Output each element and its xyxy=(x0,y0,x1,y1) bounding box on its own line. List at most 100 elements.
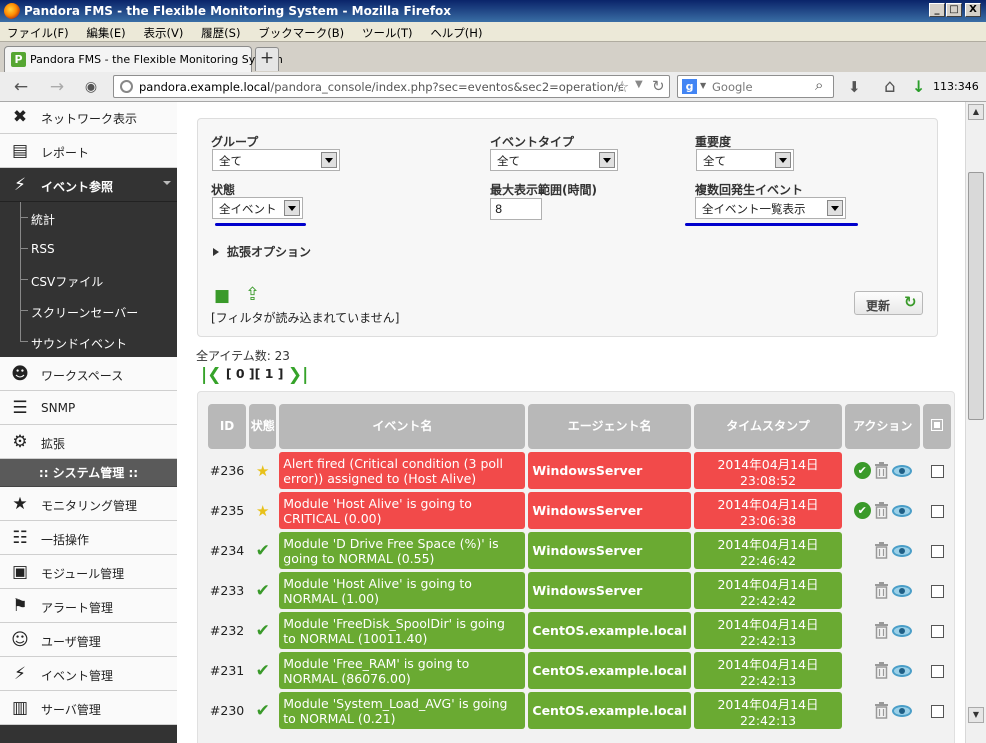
event-name[interactable]: Alert fired (Critical condition (3 poll … xyxy=(279,452,526,489)
sidebar-item-report[interactable]: ▤ レポート xyxy=(0,134,177,168)
sidebar-item-module-admin[interactable]: ▣ モジュール管理 xyxy=(0,555,177,589)
search-input[interactable]: Google xyxy=(712,80,753,94)
status-select[interactable]: 全イベント xyxy=(212,197,303,219)
table-row[interactable]: #231 ✔ Module 'Free_RAM' is going to NORMA… xyxy=(208,652,951,689)
event-id[interactable]: #231 xyxy=(208,652,247,689)
trash-icon[interactable] xyxy=(874,542,889,559)
table-row[interactable]: #234 ✔ Module 'D Drive Free Space (%)' is … xyxy=(208,532,951,569)
sidebar-subitem-screensaver[interactable]: スクリーンセーバー xyxy=(0,295,177,326)
table-row[interactable]: #230 ✔ Module 'System_Load_AVG' is going t… xyxy=(208,692,951,729)
event-name[interactable]: Module 'Host Alive' is going to NORMAL (… xyxy=(279,572,526,609)
sidebar-subitem-sound-events[interactable]: サウンドイベント xyxy=(0,326,177,357)
event-select[interactable] xyxy=(923,492,951,529)
trash-icon[interactable] xyxy=(874,662,889,679)
eye-icon[interactable] xyxy=(891,504,912,517)
eye-icon[interactable] xyxy=(891,584,912,597)
event-select[interactable] xyxy=(923,612,951,649)
event-id[interactable]: #235 xyxy=(208,492,247,529)
scroll-thumb[interactable] xyxy=(968,172,984,420)
row-checkbox[interactable] xyxy=(930,505,944,518)
load-filter-icon[interactable]: ⇪ xyxy=(245,285,267,305)
eye-icon[interactable] xyxy=(891,464,912,477)
page-scrollbar[interactable]: ▲ ▼ xyxy=(965,102,986,743)
event-select[interactable] xyxy=(923,692,951,729)
update-button[interactable]: 更新 ↻ xyxy=(854,291,923,315)
first-page-icon[interactable]: |❮ xyxy=(201,365,221,385)
event-select[interactable] xyxy=(923,572,951,609)
event-select[interactable] xyxy=(923,532,951,569)
row-checkbox[interactable] xyxy=(930,545,944,558)
sidebar-item-user-admin[interactable]: ☺ ユーザ管理 xyxy=(0,623,177,657)
sidebar-item-event-admin[interactable]: ⚡ イベント管理 xyxy=(0,657,177,691)
eye-icon[interactable] xyxy=(891,664,912,677)
sidebar-item-alert-admin[interactable]: ⚑ アラート管理 xyxy=(0,589,177,623)
event-id[interactable]: #234 xyxy=(208,532,247,569)
forward-arrow-icon[interactable]: → xyxy=(46,77,68,97)
trash-icon[interactable] xyxy=(874,502,889,519)
trash-icon[interactable] xyxy=(874,622,889,639)
menu-bookmarks[interactable]: ブックマーク(B) xyxy=(251,22,351,41)
event-select[interactable] xyxy=(923,652,951,689)
advanced-options-toggle[interactable]: 拡張オプション xyxy=(213,243,311,260)
sidebar-item-server-admin[interactable]: ▥ サーバ管理 xyxy=(0,691,177,725)
menu-history[interactable]: 履歴(S) xyxy=(194,22,247,41)
event-agent[interactable]: WindowsServer xyxy=(528,492,691,529)
event-agent[interactable]: WindowsServer xyxy=(528,532,691,569)
table-row[interactable]: #235 ★ Module 'Host Alive' is going to CRI… xyxy=(208,492,951,529)
header-status[interactable]: 状態 xyxy=(249,404,277,449)
header-select-all[interactable] xyxy=(923,404,951,449)
event-id[interactable]: #236 xyxy=(208,452,247,489)
event-agent[interactable]: CentOS.example.local xyxy=(528,652,691,689)
last-page-icon[interactable]: ❯| xyxy=(288,365,308,385)
event-name[interactable]: Module 'D Drive Free Space (%)' is going… xyxy=(279,532,526,569)
severity-select[interactable]: 全て xyxy=(696,149,794,171)
sidebar-item-network-map[interactable]: ✖ ネットワーク表示 xyxy=(0,102,177,134)
eye-icon[interactable] xyxy=(891,704,912,717)
event-id[interactable]: #230 xyxy=(208,692,247,729)
event-agent[interactable]: WindowsServer xyxy=(528,452,691,489)
sidebar-subitem-statistics[interactable]: 統計 xyxy=(0,202,177,233)
url-text[interactable]: pandora.example.local/pandora_console/in… xyxy=(139,80,623,94)
home-icon[interactable]: ⌂ xyxy=(884,76,895,97)
menu-view[interactable]: 表示(V) xyxy=(137,22,191,41)
event-id[interactable]: #233 xyxy=(208,572,247,609)
header-timestamp[interactable]: タイムスタンプ xyxy=(693,404,843,449)
event-select[interactable] xyxy=(923,452,951,489)
eye-icon[interactable] xyxy=(891,624,912,637)
back-arrow-icon[interactable]: ← xyxy=(10,77,32,97)
row-checkbox[interactable] xyxy=(930,465,944,478)
repeated-events-select[interactable]: 全イベント一覧表示 xyxy=(695,197,846,219)
event-name[interactable]: Module 'FreeDisk_SpoolDir' is going to N… xyxy=(279,612,526,649)
header-id[interactable]: ID xyxy=(208,404,247,449)
event-name[interactable]: Module 'Free_RAM' is going to NORMAL (86… xyxy=(279,652,526,689)
trash-icon[interactable] xyxy=(874,702,889,719)
event-name[interactable]: Module 'Host Alive' is going to CRITICAL… xyxy=(279,492,526,529)
sidebar-subitem-csv[interactable]: CSVファイル xyxy=(0,264,177,295)
validate-event-icon[interactable]: ✔ xyxy=(853,502,871,519)
menu-edit[interactable]: 編集(E) xyxy=(79,22,132,41)
search-engine-dropdown-icon[interactable]: ▼ xyxy=(700,81,706,90)
event-name[interactable]: Module 'System_Load_AVG' is going to NOR… xyxy=(279,692,526,729)
sidebar-item-workspace[interactable]: ☻ ワークスペース xyxy=(0,357,177,391)
close-button[interactable]: X xyxy=(965,3,981,17)
scroll-down-arrow-icon[interactable]: ▼ xyxy=(968,707,984,723)
max-hours-input[interactable]: 8 xyxy=(490,198,542,220)
url-dropdown-icon[interactable]: ▼ xyxy=(635,79,643,90)
tab-pandora[interactable]: P Pandora FMS - the Flexible Monitoring … xyxy=(4,46,283,72)
header-event-name[interactable]: イベント名 xyxy=(279,404,526,449)
search-bar[interactable]: g ▼ Google ⌕ xyxy=(677,75,834,98)
url-bar[interactable]: pandora.example.local/pandora_console/in… xyxy=(113,75,670,98)
menu-tools[interactable]: ツール(T) xyxy=(355,22,420,41)
table-row[interactable]: #236 ★ Alert fired (Critical condition (3 … xyxy=(208,452,951,489)
table-row[interactable]: #232 ✔ Module 'FreeDisk_SpoolDir' is going… xyxy=(208,612,951,649)
bookmark-star-icon[interactable]: ☆ xyxy=(615,77,629,96)
reload-icon[interactable]: ↻ xyxy=(652,77,665,95)
bookmarks-menu-icon[interactable]: ⬇ xyxy=(848,78,861,96)
validate-event-icon[interactable]: ✔ xyxy=(853,462,871,479)
row-checkbox[interactable] xyxy=(930,625,944,638)
group-select[interactable]: 全て xyxy=(212,149,340,171)
maximize-button[interactable]: □ xyxy=(946,3,962,17)
trash-icon[interactable] xyxy=(874,582,889,599)
row-checkbox[interactable] xyxy=(930,665,944,678)
sidebar-subitem-rss[interactable]: RSS xyxy=(0,233,177,264)
